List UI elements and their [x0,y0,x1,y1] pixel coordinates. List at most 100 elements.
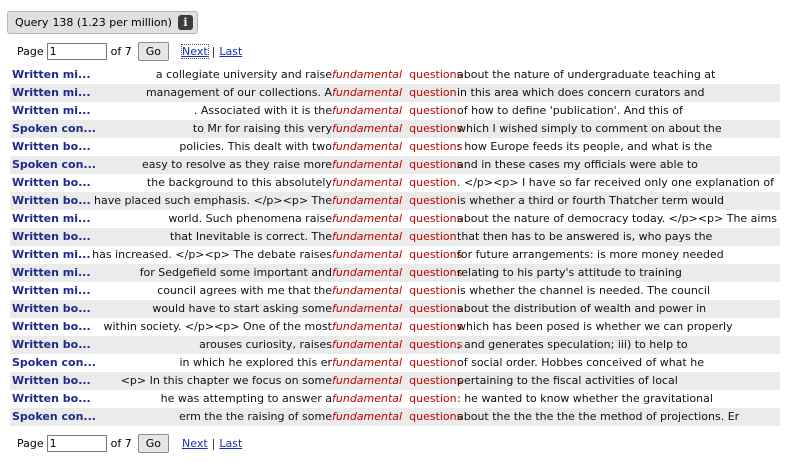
concordance-row: Spoken con... erm the the raising of some… [10,408,780,426]
left-context: easy to resolve as they raise more [142,158,332,171]
left-context: in which he explored this er [179,356,332,369]
keyword-second: question [409,194,457,207]
source-link[interactable]: Written mi... [12,282,98,300]
keyword-second: questions [409,266,463,279]
info-icon[interactable]: i [177,15,193,30]
last-link[interactable]: Last [219,437,242,450]
keyword-first: fundamental [332,248,403,261]
keyword-match[interactable]: fundamental questions [332,300,462,318]
source-link[interactable]: Written bo... [12,138,98,156]
left-context: a collegiate university and raise [155,68,332,81]
right-context: about the nature of undergraduate teachi… [457,68,716,81]
concordance-row: Written bo... the background to this abso… [10,174,780,192]
keyword-first: fundamental [332,266,403,279]
keyword-second: question [409,104,457,117]
keyword-second: question [409,230,457,243]
left-context: erm the the raising of some [178,410,332,423]
right-context: of how to define 'publication'. And this… [457,104,683,117]
keyword-first: fundamental [332,212,403,225]
concordance-row: Spoken con... in which he explored this e… [10,354,780,372]
left-context: for Sedgefield some important and [139,266,332,279]
keyword-first: fundamental [332,230,403,243]
source-link[interactable]: Written bo... [12,300,98,318]
keyword-match[interactable]: fundamental questions [332,336,462,354]
right-context: pertaining to the fiscal activities of l… [457,374,678,387]
go-button[interactable]: Go [137,41,170,61]
query-summary: Query 138 (1.23 per million) i [7,11,198,34]
source-link[interactable]: Written mi... [12,210,98,228]
keyword-first: fundamental [332,194,403,207]
source-link[interactable]: Written bo... [12,390,98,408]
concordance-row: Written mi... has increased. </p><p> The … [10,246,780,264]
right-context: : how Europe feeds its people, and what … [457,140,713,153]
source-link[interactable]: Written bo... [12,192,98,210]
concordance-row: Written mi... a collegiate university and… [10,66,780,84]
left-context: within society. </p><p> One of the most [103,320,332,333]
keyword-match[interactable]: fundamental questions [332,66,462,84]
right-context: . </p><p> I have so far received only on… [457,176,774,189]
keyword-first: fundamental [332,374,403,387]
pager-bottom: Page of 7 Go Next | Last [17,433,242,453]
concordance-row: Written bo... have placed such emphasis. … [10,192,780,210]
keyword-match[interactable]: fundamental question [332,390,457,408]
source-link[interactable]: Written bo... [12,372,98,390]
right-context: , and generates speculation; iii) to hel… [457,338,688,351]
keyword-match[interactable]: fundamental questions [332,210,462,228]
source-link[interactable]: Spoken con... [12,408,98,426]
go-button[interactable]: Go [137,433,170,453]
keyword-first: fundamental [332,410,403,423]
keyword-match[interactable]: fundamental question [332,282,457,300]
keyword-first: fundamental [332,302,403,315]
keyword-match[interactable]: fundamental questions [332,138,462,156]
keyword-match[interactable]: fundamental questions [332,120,462,138]
keyword-match[interactable]: fundamental question [332,102,457,120]
keyword-first: fundamental [332,392,403,405]
keyword-match[interactable]: fundamental question [332,228,457,246]
keyword-first: fundamental [332,356,403,369]
keyword-second: questions [409,410,463,423]
page-input[interactable] [46,42,107,60]
keyword-second: questions [409,248,463,261]
concordance-row: Spoken con... to Mr for raising this very… [10,120,780,138]
left-context: management of our collections. A [145,86,332,99]
left-context: that Inevitable is correct. The [170,230,332,243]
source-link[interactable]: Spoken con... [12,120,98,138]
last-link[interactable]: Last [219,45,242,58]
keyword-match[interactable]: fundamental questions [332,264,462,282]
keyword-match[interactable]: fundamental question [332,354,457,372]
next-link[interactable]: Next [182,437,208,450]
keyword-second: question [409,86,457,99]
source-link[interactable]: Written mi... [12,84,98,102]
source-link[interactable]: Written mi... [12,264,98,282]
keyword-match[interactable]: fundamental question [332,174,457,192]
keyword-match[interactable]: fundamental questions [332,408,462,426]
concordance-row: Spoken con... easy to resolve as they rai… [10,156,780,174]
right-context: about the distribution of wealth and pow… [457,302,707,315]
keyword-match[interactable]: fundamental question [332,192,457,210]
source-link[interactable]: Spoken con... [12,156,98,174]
right-context: is whether a third or fourth Thatcher te… [457,194,725,207]
keyword-second: questions [409,68,463,81]
source-link[interactable]: Written bo... [12,318,98,336]
source-link[interactable]: Written mi... [12,246,98,264]
keyword-match[interactable]: fundamental questions [332,246,462,264]
next-link[interactable]: Next [181,43,209,59]
keyword-match[interactable]: fundamental questions [332,372,462,390]
concordance-row: Written bo... <p> In this chapter we focu… [10,372,780,390]
keyword-match[interactable]: fundamental question [332,84,457,102]
source-link[interactable]: Spoken con... [12,354,98,372]
right-context: relating to his party's attitude to trai… [457,266,682,279]
left-context: the background to this absolutely [146,176,332,189]
keyword-match[interactable]: fundamental questions [332,156,462,174]
keyword-match[interactable]: fundamental questions [332,318,462,336]
keyword-first: fundamental [332,176,403,189]
source-link[interactable]: Written bo... [12,336,98,354]
keyword-first: fundamental [332,338,403,351]
source-link[interactable]: Written bo... [12,174,98,192]
left-context: have placed such emphasis. </p><p> The [94,194,332,207]
source-link[interactable]: Written mi... [12,102,98,120]
concordance-row: Written mi... . Associated with it is the… [10,102,780,120]
source-link[interactable]: Written bo... [12,228,98,246]
source-link[interactable]: Written mi... [12,66,98,84]
page-input[interactable] [46,434,107,452]
